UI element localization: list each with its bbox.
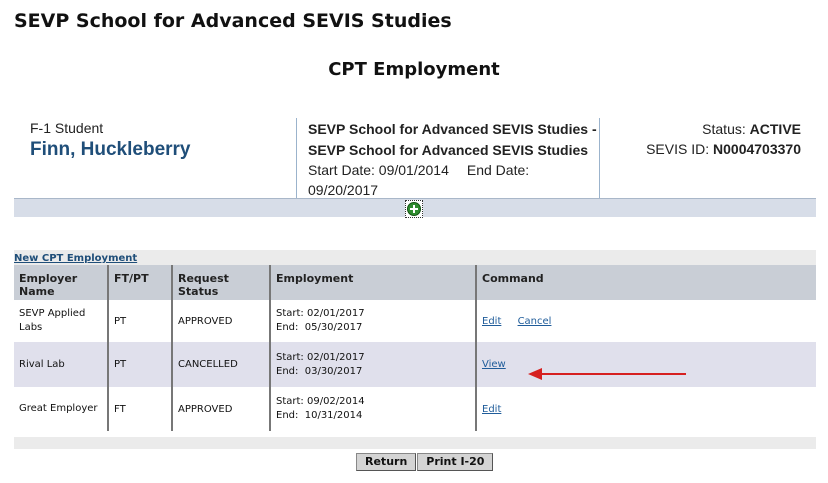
red-arrow-icon: [528, 368, 686, 380]
program-dates: Start Date: 09/01/2014 End Date:: [308, 160, 599, 180]
student-type: F-1 Student: [30, 120, 104, 136]
col-header-request-status: Request Status: [172, 265, 271, 300]
table-row: SEVP Applied Labs PT APPROVED Start: 02/…: [14, 300, 816, 342]
status-line: Status: ACTIVE: [646, 119, 801, 139]
cancel-link[interactable]: Cancel: [518, 316, 552, 327]
sevis-id-label: SEVIS ID:: [646, 141, 710, 157]
command-cell: Edit: [476, 387, 816, 431]
ftpt-value: FT: [108, 387, 173, 431]
col-header-command: Command: [476, 265, 816, 300]
school-title: SEVP School for Advanced SEVIS Studies: [14, 10, 452, 32]
table-row: Great Employer FT APPROVED Start: 09/02/…: [14, 387, 816, 431]
employment-dates: Start: 09/02/2014 End: 10/31/2014: [270, 387, 477, 431]
end-date-label: End Date:: [466, 162, 530, 178]
col-header-employment: Employment: [270, 265, 477, 300]
school-name-line1: SEVP School for Advanced SEVIS Studies -: [308, 121, 597, 137]
plus-circle-icon: [407, 202, 421, 216]
end-date: 09/20/2017: [308, 182, 379, 198]
col-header-employer: Employer Name: [14, 265, 109, 300]
employment-end: End: 05/30/2017: [276, 322, 363, 333]
employer-name: Great Employer: [14, 387, 109, 431]
sevis-id-line: SEVIS ID: N0004703370: [646, 139, 801, 159]
employment-dates: Start: 02/01/2017 End: 03/30/2017: [270, 342, 477, 387]
employer-name: SEVP Applied Labs: [14, 300, 109, 342]
employment-start: Start: 02/01/2017: [276, 351, 365, 363]
edit-link[interactable]: Edit: [482, 404, 501, 415]
col-header-ftpt: FT/PT: [108, 265, 173, 300]
employment-start: Start: 09/02/2014: [276, 396, 365, 407]
view-link[interactable]: View: [482, 359, 506, 370]
table-footer-strip: [14, 437, 816, 449]
request-status: CANCELLED: [172, 342, 271, 387]
ftpt-value: PT: [108, 300, 173, 342]
status-info: Status: ACTIVE SEVIS ID: N0004703370: [646, 119, 801, 159]
edit-link[interactable]: Edit: [482, 316, 501, 327]
action-buttons: Return Print I-20: [356, 453, 494, 471]
new-cpt-employment-link[interactable]: New CPT Employment: [14, 253, 137, 264]
return-button[interactable]: Return: [356, 453, 417, 471]
employer-name: Rival Lab: [14, 342, 109, 387]
expand-button[interactable]: [405, 200, 423, 218]
student-name: Finn, Huckleberry: [30, 139, 191, 160]
table-header-row: Employer Name FT/PT Request Status Emplo…: [14, 265, 816, 300]
sevis-id-value: N0004703370: [713, 141, 801, 157]
school-info: SEVP School for Advanced SEVIS Studies -…: [296, 118, 600, 198]
request-status: APPROVED: [172, 387, 271, 431]
ftpt-value: PT: [108, 342, 173, 387]
employment-end: End: 03/30/2017: [276, 365, 363, 377]
status-value: ACTIVE: [749, 121, 801, 137]
employment-start: Start: 02/01/2017: [276, 308, 365, 319]
start-date: Start Date: 09/01/2014: [308, 162, 449, 178]
table-row: Rival Lab PT CANCELLED Start: 02/01/2017…: [14, 342, 816, 387]
status-label: Status:: [702, 121, 746, 137]
employment-dates: Start: 02/01/2017 End: 05/30/2017: [270, 300, 477, 342]
school-name-line2: SEVP School for Advanced SEVIS Studies: [308, 142, 589, 158]
command-cell: Edit Cancel: [476, 300, 816, 342]
student-info: F-1 Student Finn, Huckleberry: [30, 120, 191, 161]
page-title: CPT Employment: [328, 59, 500, 80]
print-i20-button[interactable]: Print I-20: [417, 453, 494, 471]
cpt-employment-table: Employer Name FT/PT Request Status Emplo…: [14, 265, 816, 431]
employment-end: End: 10/31/2014: [276, 410, 363, 421]
request-status: APPROVED: [172, 300, 271, 342]
